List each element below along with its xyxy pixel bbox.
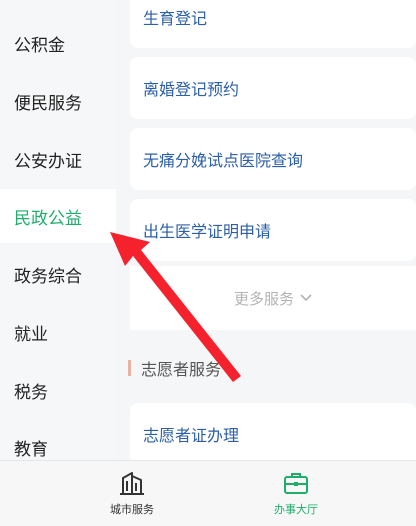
service-item-label: 志愿者证办理	[143, 426, 240, 445]
service-item-label: 无痛分娩试点医院查询	[143, 151, 304, 170]
sidebar-item-tax[interactable]: 税务	[0, 363, 116, 417]
service-item-volunteer-card[interactable]: 志愿者证办理	[130, 403, 416, 465]
sidebar-item-government[interactable]: 政务综合	[0, 247, 116, 301]
tab-label: 办事大厅	[274, 503, 318, 516]
sidebar-item-label: 税务	[14, 382, 48, 403]
sidebar-item-label: 便民服务	[14, 93, 82, 114]
sidebar-item-employment[interactable]: 就业	[0, 305, 116, 359]
sidebar-item-housing-fund[interactable]: 公积金	[0, 16, 116, 70]
chevron-down-icon	[300, 291, 312, 305]
briefcase-icon	[282, 469, 310, 497]
tab-service-hall[interactable]: 办事大厅	[236, 469, 356, 525]
service-item-label: 出生医学证明申请	[143, 222, 272, 241]
section-marker	[128, 360, 131, 376]
service-item-birth-registration[interactable]: 生育登记	[130, 0, 416, 48]
city-building-icon	[118, 469, 146, 497]
sidebar-item-label: 公安办证	[14, 151, 82, 172]
category-sidebar: 公积金 便民服务 公安办证 民政公益 政务综合 就业 税务 教育	[0, 0, 116, 460]
sidebar-item-convenience[interactable]: 便民服务	[0, 74, 116, 128]
service-item-label: 离婚登记预约	[143, 80, 240, 99]
section-header-volunteer: 志愿者服务	[116, 345, 416, 391]
more-services-button[interactable]: 更多服务	[130, 266, 416, 330]
service-list: 生育登记 离婚登记预约 无痛分娩试点医院查询 出生医学证明申请 更多服务 志愿者…	[116, 0, 416, 465]
service-item-divorce-appointment[interactable]: 离婚登记预约	[130, 57, 416, 119]
sidebar-item-label: 公积金	[14, 35, 65, 56]
tab-city-services[interactable]: 城市服务	[72, 469, 192, 525]
sidebar-item-public-security[interactable]: 公安办证	[0, 132, 116, 186]
sidebar-item-civil-affairs[interactable]: 民政公益	[0, 189, 116, 243]
sidebar-item-label: 政务综合	[14, 266, 82, 287]
tab-label: 城市服务	[110, 503, 154, 516]
more-services-label: 更多服务	[233, 289, 294, 308]
service-item-label: 生育登记	[143, 9, 208, 28]
service-item-birth-certificate[interactable]: 出生医学证明申请	[130, 199, 416, 261]
sidebar-item-label: 就业	[14, 324, 48, 345]
sidebar-item-label: 民政公益	[14, 208, 82, 229]
sidebar-item-label: 教育	[14, 439, 48, 460]
bottom-navigation: 城市服务 办事大厅	[0, 460, 416, 526]
service-item-painless-delivery-query[interactable]: 无痛分娩试点医院查询	[130, 128, 416, 190]
section-title: 志愿者服务	[141, 360, 222, 379]
